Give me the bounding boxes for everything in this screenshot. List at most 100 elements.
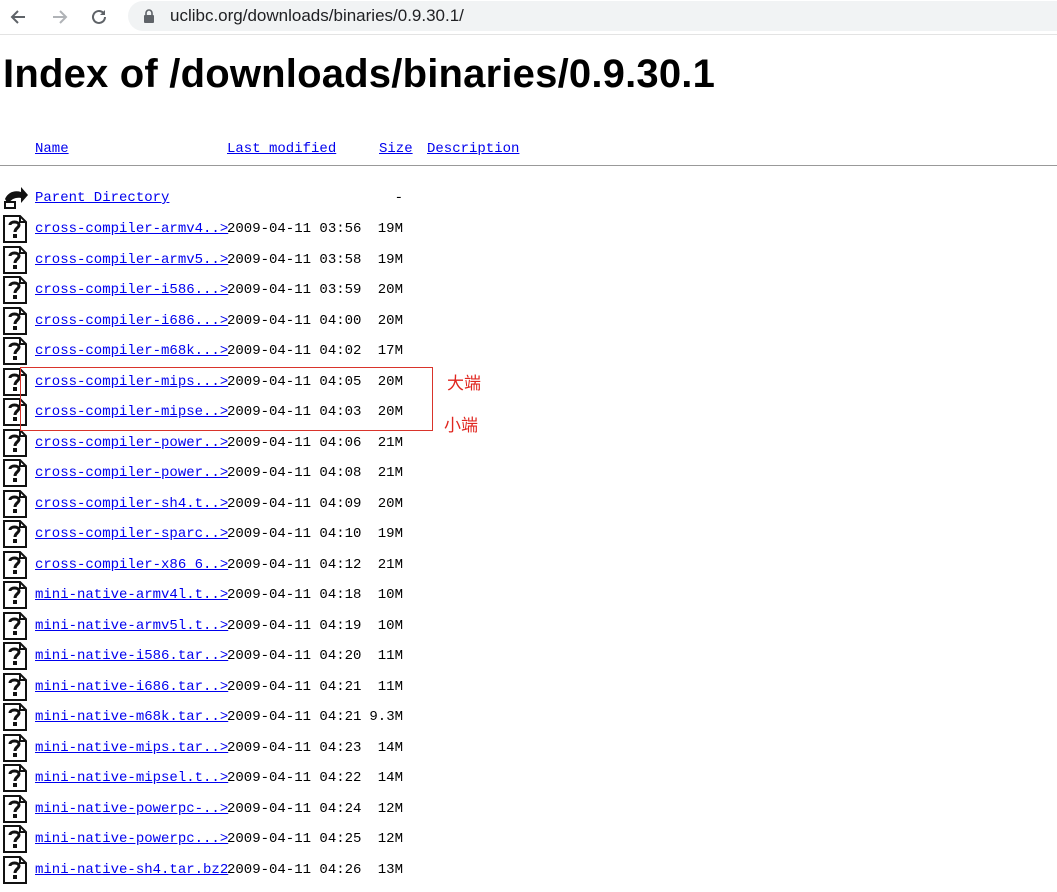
file-row: cross-compiler-x86_6..> 2009-04-11 04:12 2… bbox=[0, 550, 403, 587]
file-row: mini-native-powerpc-..> 2009-04-11 04:24 1… bbox=[0, 794, 403, 831]
size-cell: 20M bbox=[377, 495, 403, 512]
last-modified-cell: 2009-04-11 03:59 bbox=[227, 282, 362, 298]
size-cell: 11M bbox=[377, 678, 403, 695]
browser-toolbar: uclibc.org/downloads/binaries/0.9.30.1/ bbox=[0, 0, 1057, 35]
file-link[interactable]: cross-compiler-i586...> bbox=[35, 282, 228, 298]
size-cell: 17M bbox=[377, 343, 403, 359]
file-row: mini-native-armv4l.t..> 2009-04-11 04:18 1… bbox=[0, 581, 403, 617]
big-endian-annotation: 大端 bbox=[447, 374, 481, 394]
last-modified-cell: 2009-04-11 04:12 bbox=[227, 556, 362, 573]
address-bar[interactable]: uclibc.org/downloads/binaries/0.9.30.1/ bbox=[128, 1, 1057, 31]
file-row: mini-native-armv5l.t..> 2009-04-11 04:19 1… bbox=[0, 611, 403, 648]
file-link[interactable]: cross-compiler-power..> bbox=[35, 465, 228, 481]
last-modified-cell: 2009-04-11 04:02 bbox=[227, 343, 362, 359]
file-link[interactable]: cross-compiler-power..> bbox=[35, 435, 228, 451]
file-row: cross-compiler-i586...> 2009-04-11 03:59 2… bbox=[0, 276, 403, 312]
file-row: mini-native-mipsel.t..> 2009-04-11 04:22 1… bbox=[0, 764, 403, 800]
file-link[interactable]: cross-compiler-sparc..> bbox=[35, 526, 228, 542]
back-arrow-folder-icon bbox=[2, 183, 30, 216]
size-cell: 21M bbox=[377, 465, 403, 481]
header-divider bbox=[0, 165, 1057, 166]
file-row: mini-native-m68k.tar..> 2009-04-11 04:21 9… bbox=[0, 703, 403, 739]
last-modified-cell: 2009-04-11 03:58 bbox=[227, 251, 362, 268]
file-link[interactable]: mini-native-mipsel.t..> bbox=[35, 770, 228, 786]
page-title: Index of /downloads/binaries/0.9.30.1 bbox=[3, 52, 716, 96]
file-link[interactable]: mini-native-sh4.tar.bz2 bbox=[35, 862, 228, 878]
file-link[interactable]: cross-compiler-m68k...> bbox=[35, 343, 228, 359]
parent-directory-row: Parent Directory - bbox=[0, 187, 403, 220]
file-row: cross-compiler-power..> 2009-04-11 04:08 2… bbox=[0, 459, 403, 495]
forward-button[interactable] bbox=[47, 4, 73, 30]
last-modified-cell: 2009-04-11 04:19 bbox=[227, 617, 362, 634]
last-modified-cell: 2009-04-11 04:21 bbox=[227, 678, 362, 695]
file-link[interactable]: cross-compiler-armv4..> bbox=[35, 221, 228, 237]
file-link[interactable]: cross-compiler-x86_6..> bbox=[35, 557, 228, 573]
file-link[interactable]: cross-compiler-i686...> bbox=[35, 313, 228, 329]
last-modified-cell: 2009-04-11 04:08 bbox=[227, 465, 362, 481]
size-cell: 10M bbox=[377, 617, 403, 634]
file-row: cross-compiler-sparc..> 2009-04-11 04:10 1… bbox=[0, 520, 403, 556]
size-cell: 19M bbox=[377, 221, 403, 237]
arrow-left-icon bbox=[10, 10, 25, 24]
size-cell: - bbox=[394, 190, 403, 206]
file-link[interactable]: mini-native-armv4l.t..> bbox=[35, 587, 228, 603]
file-row: mini-native-i686.tar..> 2009-04-11 04:21 1… bbox=[0, 672, 403, 709]
last-modified-cell: 2009-04-11 04:09 bbox=[227, 495, 362, 512]
unknown-file-icon bbox=[2, 855, 28, 890]
file-row: mini-native-i586.tar..> 2009-04-11 04:20 1… bbox=[0, 642, 403, 678]
size-cell: 21M bbox=[377, 434, 403, 451]
parent-directory-link[interactable]: Parent Directory bbox=[35, 190, 169, 206]
size-cell: 11M bbox=[377, 648, 403, 664]
file-row: cross-compiler-i686...> 2009-04-11 04:00 2… bbox=[0, 306, 403, 343]
size-cell: 12M bbox=[377, 831, 403, 847]
size-cell: 20M bbox=[377, 282, 403, 298]
last-modified-cell: 2009-04-11 04:25 bbox=[227, 831, 362, 847]
size-cell: 14M bbox=[377, 739, 403, 756]
file-row: mini-native-sh4.tar.bz2 2009-04-11 04:26 1… bbox=[0, 855, 403, 892]
file-link[interactable]: mini-native-i686.tar..> bbox=[35, 679, 228, 695]
size-cell: 19M bbox=[377, 526, 403, 542]
url-text[interactable]: uclibc.org/downloads/binaries/0.9.30.1/ bbox=[170, 6, 464, 26]
file-link[interactable]: mini-native-i586.tar..> bbox=[35, 648, 228, 664]
column-header-description[interactable]: Description bbox=[427, 141, 519, 157]
file-link[interactable]: mini-native-mips.tar..> bbox=[35, 740, 228, 756]
file-row: cross-compiler-armv5..> 2009-04-11 03:58 1… bbox=[0, 245, 403, 282]
back-button[interactable] bbox=[5, 4, 31, 30]
file-row: cross-compiler-armv4..> 2009-04-11 03:56 1… bbox=[0, 215, 403, 251]
size-cell: 19M bbox=[377, 251, 403, 268]
last-modified-cell: 2009-04-11 04:06 bbox=[227, 434, 362, 451]
last-modified-cell: 2009-04-11 04:10 bbox=[227, 526, 362, 542]
size-cell: 9.3M bbox=[369, 709, 403, 725]
last-modified-cell: 2009-04-11 04:22 bbox=[227, 770, 362, 786]
file-row: mini-native-mips.tar..> 2009-04-11 04:23 1… bbox=[0, 733, 403, 770]
lock-icon[interactable] bbox=[143, 9, 155, 24]
file-link[interactable]: mini-native-armv5l.t..> bbox=[35, 618, 228, 634]
file-link[interactable]: mini-native-powerpc-..> bbox=[35, 801, 228, 817]
last-modified-cell: 2009-04-11 04:21 bbox=[227, 709, 362, 725]
file-link[interactable]: mini-native-m68k.tar..> bbox=[35, 709, 228, 725]
size-cell: 21M bbox=[377, 556, 403, 573]
size-cell: 14M bbox=[377, 770, 403, 786]
last-modified-cell: 2009-04-11 04:00 bbox=[227, 312, 362, 329]
arrow-right-icon bbox=[53, 10, 68, 24]
file-link[interactable]: cross-compiler-sh4.t..> bbox=[35, 496, 228, 512]
column-header-size[interactable]: Size bbox=[379, 141, 413, 157]
reload-icon bbox=[92, 9, 106, 24]
column-header-name[interactable]: Name bbox=[35, 141, 69, 157]
column-header-last-modified[interactable]: Last modified bbox=[227, 141, 336, 157]
file-link[interactable]: cross-compiler-armv5..> bbox=[35, 252, 228, 268]
last-modified-cell: 2009-04-11 04:26 bbox=[227, 861, 362, 878]
size-cell: 10M bbox=[377, 587, 403, 603]
file-link[interactable]: mini-native-powerpc...> bbox=[35, 831, 228, 847]
last-modified-cell: 2009-04-11 04:18 bbox=[227, 587, 362, 603]
highlight-box bbox=[20, 367, 433, 431]
file-row: mini-native-powerpc...> 2009-04-11 04:25 1… bbox=[0, 825, 403, 861]
size-cell: 12M bbox=[377, 800, 403, 817]
size-cell: 13M bbox=[377, 861, 403, 878]
last-modified-cell: 2009-04-11 04:20 bbox=[227, 648, 362, 664]
last-modified-cell: 2009-04-11 04:24 bbox=[227, 800, 362, 817]
last-modified-cell: 2009-04-11 04:23 bbox=[227, 739, 362, 756]
reload-button[interactable] bbox=[86, 4, 112, 30]
file-row: cross-compiler-sh4.t..> 2009-04-11 04:09 2… bbox=[0, 489, 403, 526]
last-modified-cell: 2009-04-11 03:56 bbox=[227, 221, 362, 237]
